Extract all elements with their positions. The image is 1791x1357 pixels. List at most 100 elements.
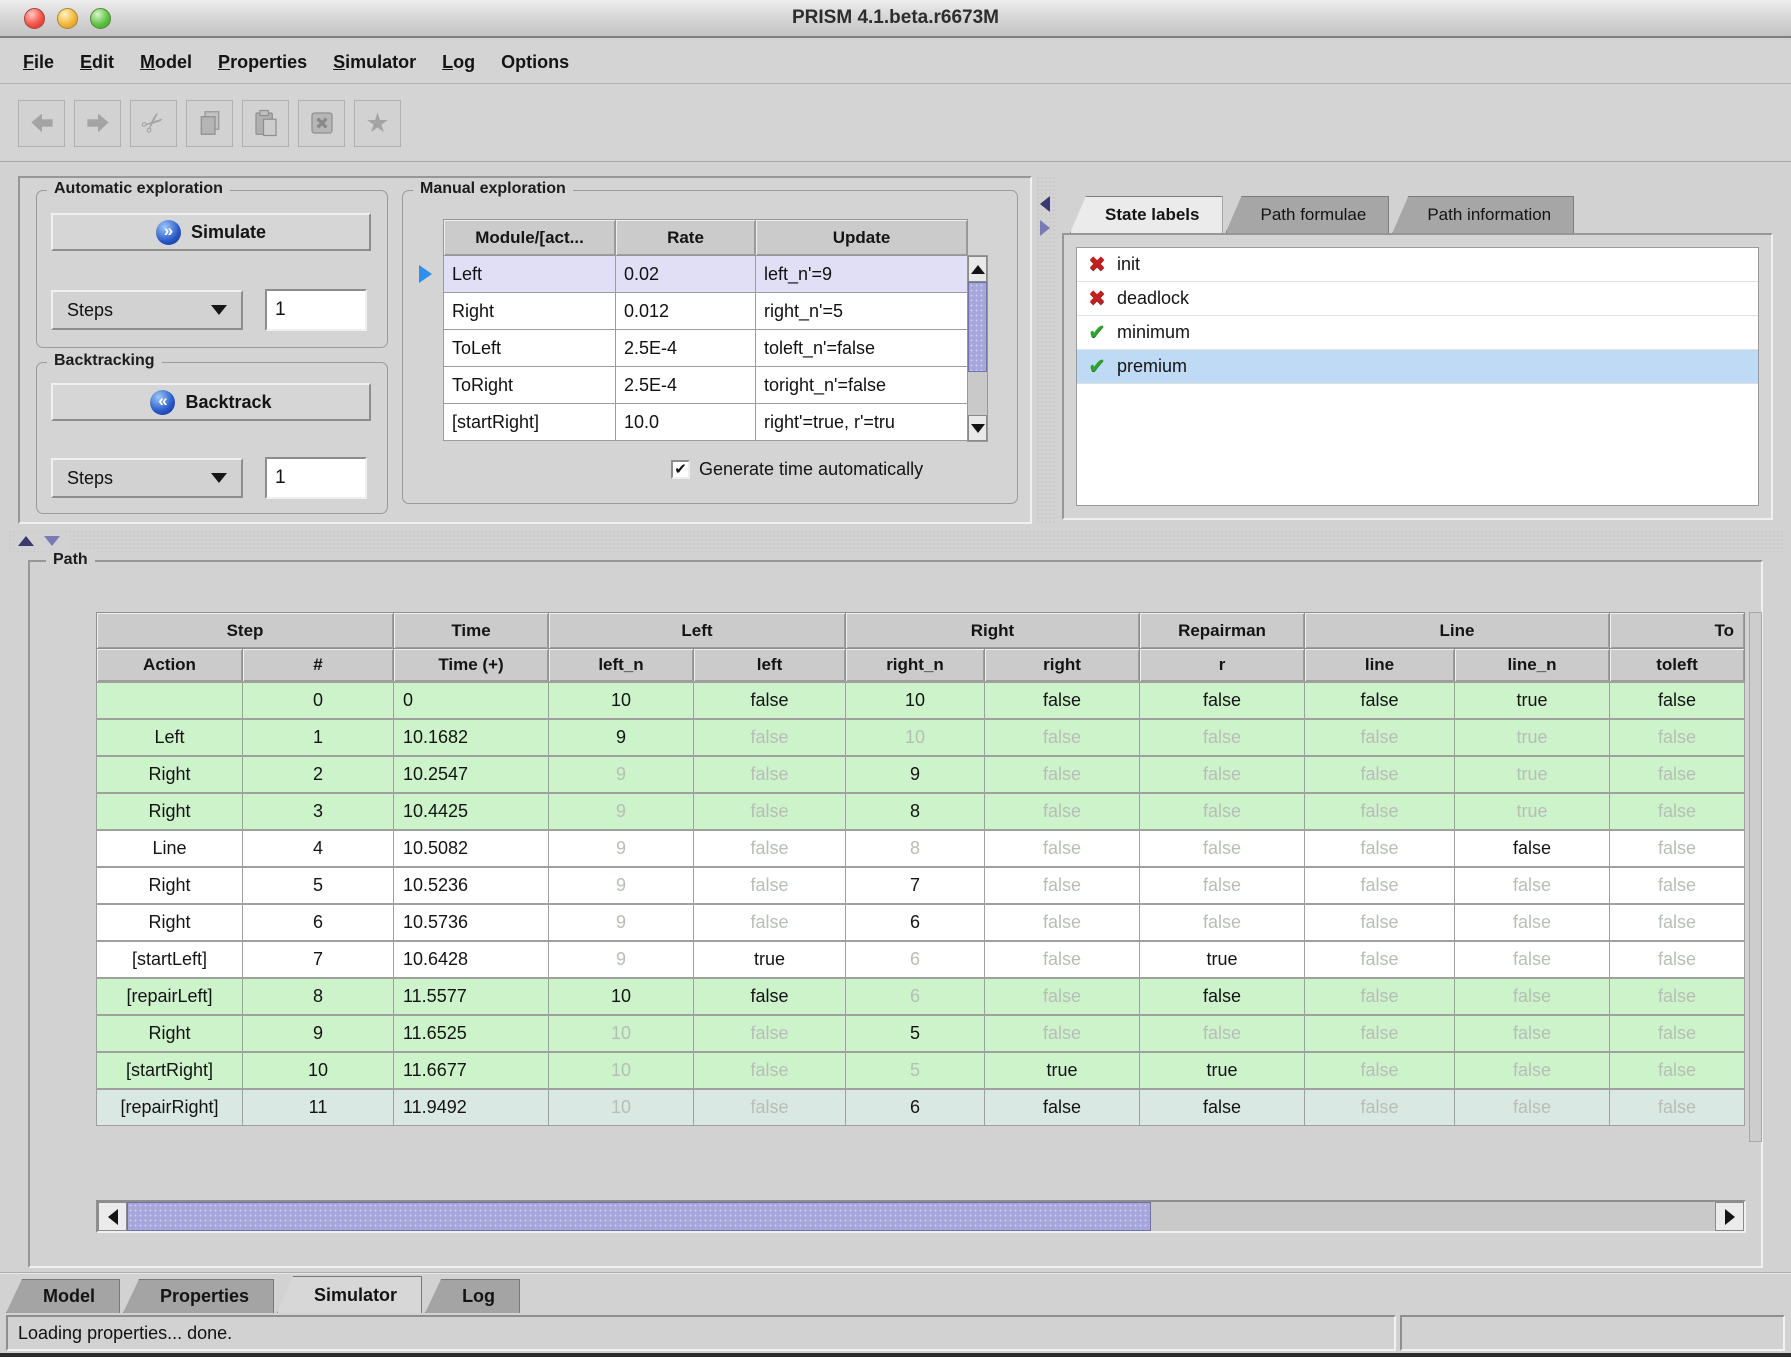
path-cell[interactable]: Right [97, 793, 243, 830]
path-cell[interactable]: false [1455, 867, 1610, 904]
manual-table-row[interactable]: [startRight]10.0right'=true, r'=tru [444, 404, 968, 441]
path-cell[interactable]: false [985, 941, 1140, 978]
path-cell[interactable]: 6 [846, 941, 985, 978]
path-cell[interactable]: false [694, 1089, 846, 1126]
path-cell[interactable]: 5 [243, 867, 394, 904]
path-cell[interactable]: false [1140, 978, 1305, 1015]
path-cell[interactable]: false [1305, 867, 1455, 904]
cut-button[interactable]: ✂ [130, 100, 177, 147]
path-cell[interactable]: 10.5082 [394, 830, 549, 867]
path-cell[interactable]: 10 [549, 978, 694, 1015]
manual-table-cell[interactable]: left_n'=9 [756, 256, 968, 293]
simulate-button[interactable]: » Simulate [51, 213, 371, 251]
path-column-header[interactable]: Time (+) [394, 649, 549, 682]
path-cell[interactable]: [repairRight] [97, 1089, 243, 1126]
path-cell[interactable]: 11 [243, 1089, 394, 1126]
path-cell[interactable]: false [1455, 830, 1610, 867]
path-cell[interactable]: false [1455, 904, 1610, 941]
path-cell[interactable]: false [1305, 1015, 1455, 1052]
horizontal-splitter[interactable] [8, 530, 1783, 552]
path-cell[interactable]: false [985, 830, 1140, 867]
path-cell[interactable]: 11.6677 [394, 1052, 549, 1089]
path-cell[interactable]: false [1140, 756, 1305, 793]
menu-item-simulator[interactable]: Simulator [320, 40, 429, 84]
menu-item-file[interactable]: File [10, 40, 67, 84]
path-cell[interactable]: false [1610, 904, 1745, 941]
path-cell[interactable]: true [694, 941, 846, 978]
path-cell[interactable]: false [1305, 830, 1455, 867]
path-cell[interactable]: false [694, 904, 846, 941]
path-cell[interactable]: 10 [243, 1052, 394, 1089]
path-cell[interactable]: false [694, 793, 846, 830]
path-cell[interactable]: false [1305, 941, 1455, 978]
manual-table-row[interactable]: ToRight2.5E-4toright_n'=false [444, 367, 968, 404]
path-cell[interactable]: false [694, 682, 846, 719]
manual-table-row[interactable]: Left0.02left_n'=9 [444, 256, 968, 293]
path-row[interactable]: 0010false10falsefalsefalsetruefalse [97, 682, 1745, 719]
path-cell[interactable]: 9 [549, 941, 694, 978]
path-cell[interactable]: 0 [394, 682, 549, 719]
manual-column-header[interactable]: Rate [616, 220, 756, 256]
vertical-splitter[interactable] [1036, 176, 1056, 524]
view-tab-log[interactable]: Log [425, 1279, 520, 1313]
path-cell[interactable]: true [985, 1052, 1140, 1089]
path-cell[interactable]: 10.4425 [394, 793, 549, 830]
path-row[interactable]: [repairRight]1111.949210false6falsefalse… [97, 1089, 1745, 1126]
view-tab-simulator[interactable]: Simulator [277, 1276, 422, 1313]
path-cell[interactable]: true [1140, 1052, 1305, 1089]
path-row[interactable]: Right911.652510false5falsefalsefalsefals… [97, 1015, 1745, 1052]
path-cell[interactable]: true [1140, 941, 1305, 978]
menu-item-log[interactable]: Log [429, 40, 488, 84]
scroll-down-button[interactable] [968, 415, 987, 441]
path-cell[interactable]: 6 [243, 904, 394, 941]
path-cell[interactable]: false [1455, 1015, 1610, 1052]
path-cell[interactable]: false [1305, 904, 1455, 941]
path-cell[interactable]: false [1140, 1015, 1305, 1052]
manual-table-cell[interactable]: ToLeft [444, 330, 616, 367]
state-label-row[interactable]: ✔minimum [1077, 316, 1758, 350]
path-cell[interactable]: false [1610, 793, 1745, 830]
path-table[interactable]: StepTimeLeftRightRepairmanLineToAction#T… [96, 612, 1745, 1126]
scroll-up-button[interactable] [968, 256, 987, 282]
path-cell[interactable]: 0 [243, 682, 394, 719]
path-cell[interactable]: false [1140, 1089, 1305, 1126]
manual-table-row[interactable]: Right0.012right_n'=5 [444, 293, 968, 330]
path-cell[interactable]: false [1140, 793, 1305, 830]
forward-arrow-button[interactable] [74, 100, 121, 147]
path-cell[interactable]: false [1610, 1052, 1745, 1089]
collapse-right-icon[interactable] [1040, 220, 1050, 236]
path-row[interactable]: Right510.52369false7falsefalsefalsefalse… [97, 867, 1745, 904]
path-cell[interactable]: false [1140, 867, 1305, 904]
state-label-row[interactable]: ✖deadlock [1077, 282, 1758, 316]
path-cell[interactable]: 8 [846, 793, 985, 830]
paste-button[interactable] [242, 100, 289, 147]
path-cell[interactable]: 10 [846, 682, 985, 719]
path-cell[interactable]: false [1610, 719, 1745, 756]
path-cell[interactable]: false [985, 793, 1140, 830]
path-vertical-scrollbar[interactable] [1749, 612, 1762, 1142]
manual-table-cell[interactable]: ToRight [444, 367, 616, 404]
path-cell[interactable]: false [1140, 904, 1305, 941]
path-cell[interactable]: 6 [846, 904, 985, 941]
path-cell[interactable]: false [694, 756, 846, 793]
path-cell[interactable]: 2 [243, 756, 394, 793]
path-cell[interactable]: 10.6428 [394, 941, 549, 978]
path-cell[interactable]: Left [97, 719, 243, 756]
path-row[interactable]: Line410.50829false8falsefalsefalsefalsef… [97, 830, 1745, 867]
path-row[interactable]: Left110.16829false10falsefalsefalsetruef… [97, 719, 1745, 756]
path-cell[interactable]: Right [97, 1015, 243, 1052]
path-cell[interactable]: 7 [243, 941, 394, 978]
path-cell[interactable]: 9 [549, 719, 694, 756]
tab-path-information[interactable]: Path information [1392, 196, 1574, 233]
path-cell[interactable]: false [1455, 941, 1610, 978]
manual-column-header[interactable]: Update [756, 220, 968, 256]
path-cell[interactable]: 11.9492 [394, 1089, 549, 1126]
star-button[interactable]: ★ [354, 100, 401, 147]
path-cell[interactable]: false [1305, 682, 1455, 719]
path-cell[interactable]: Right [97, 756, 243, 793]
path-cell[interactable]: false [1305, 756, 1455, 793]
path-cell[interactable]: false [1455, 1089, 1610, 1126]
path-cell[interactable]: false [1140, 830, 1305, 867]
path-cell[interactable]: 10 [549, 1052, 694, 1089]
path-cell[interactable]: 10.5236 [394, 867, 549, 904]
